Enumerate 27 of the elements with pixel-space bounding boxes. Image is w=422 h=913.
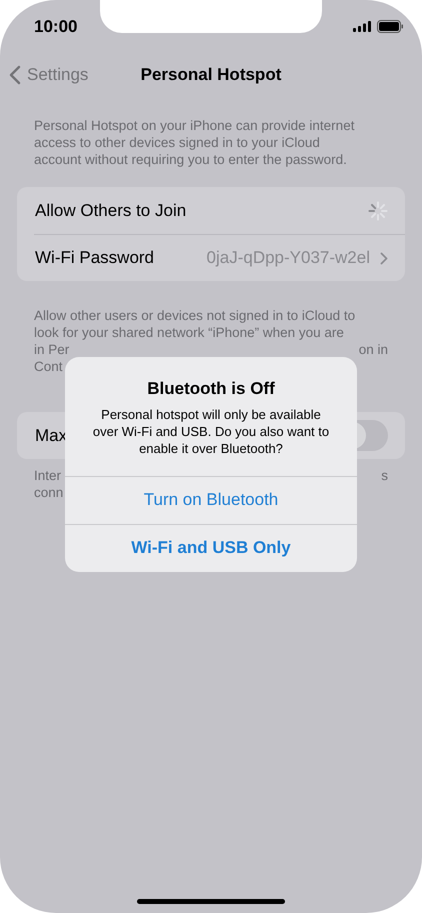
setting-label: Allow Others to Join — [35, 200, 186, 222]
setting-label: Wi-Fi Password — [35, 247, 154, 270]
description-text: Cont — [34, 358, 63, 375]
description-text: Allow other users or devices not signed in to iCloud to — [34, 307, 356, 324]
signal-icon — [353, 21, 371, 32]
settings-row[interactable]: Wi-Fi Password 0jaJ-qDpp-Y037-w2el — [34, 234, 405, 281]
description-text: on in — [358, 341, 388, 358]
alert-message: Personal hotspot will only be available over Wi-Fi and USB. Do you also want to enable it over Bluetooth? — [92, 406, 330, 456]
alert-button[interactable]: Turn on Bluetooth — [65, 476, 357, 524]
description-text: look for your shared network “iPhone” when you are — [34, 324, 344, 341]
description-text: conn — [34, 484, 64, 501]
alert-button[interactable]: Wi-Fi and USB Only — [65, 524, 357, 572]
setting-label: Max — [35, 424, 68, 447]
setting-value: 0jaJ-qDpp-Y037-w2el — [206, 247, 370, 270]
chevron-right-icon — [380, 252, 388, 264]
description-text: in Per — [34, 341, 70, 358]
description-text: Personal Hotspot on your iPhone can provide internet access to other devices signed in to your iCloud account without requiring you to enter the password. — [34, 117, 356, 168]
description-text: Inter — [34, 467, 62, 484]
back-button[interactable]: Settings — [9, 62, 88, 88]
status-time: 10:00 — [34, 16, 78, 38]
description-text: s — [381, 467, 388, 484]
chevron-left-icon — [9, 65, 21, 85]
page-title: Personal Hotspot — [140, 64, 282, 86]
battery-icon — [377, 20, 404, 33]
spinner-icon — [368, 200, 388, 220]
alert-title: Bluetooth is Off — [147, 378, 275, 400]
settings-row[interactable]: Allow Others to Join — [17, 187, 405, 234]
